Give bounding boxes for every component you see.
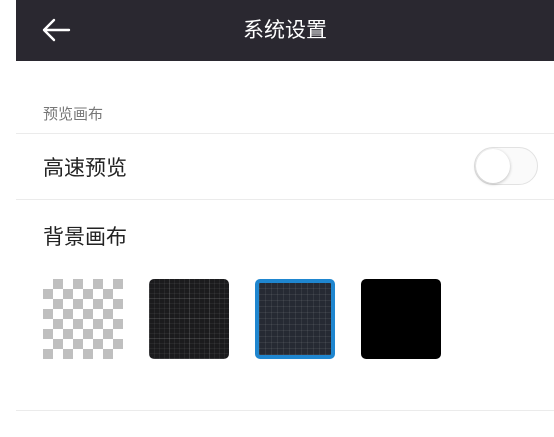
- canvas-option-dark-grid[interactable]: [149, 279, 229, 359]
- fast-preview-label: 高速预览: [43, 156, 127, 180]
- fast-preview-toggle[interactable]: [474, 147, 538, 185]
- left-margin: [0, 0, 16, 437]
- canvas-option-black[interactable]: [361, 279, 441, 359]
- divider: [16, 199, 554, 200]
- app-header: 系统设置: [16, 0, 554, 61]
- section-label-preview-canvas: 预览画布: [43, 105, 104, 123]
- canvas-option-navy-grid-selected[interactable]: [255, 279, 335, 359]
- divider: [16, 133, 554, 134]
- divider: [16, 410, 554, 411]
- settings-screen: 系统设置 预览画布 高速预览 背景画布: [16, 0, 554, 437]
- toggle-knob: [476, 149, 510, 183]
- canvas-option-transparent[interactable]: [43, 279, 123, 359]
- page-title: 系统设置: [243, 18, 327, 42]
- background-canvas-label: 背景画布: [43, 225, 127, 249]
